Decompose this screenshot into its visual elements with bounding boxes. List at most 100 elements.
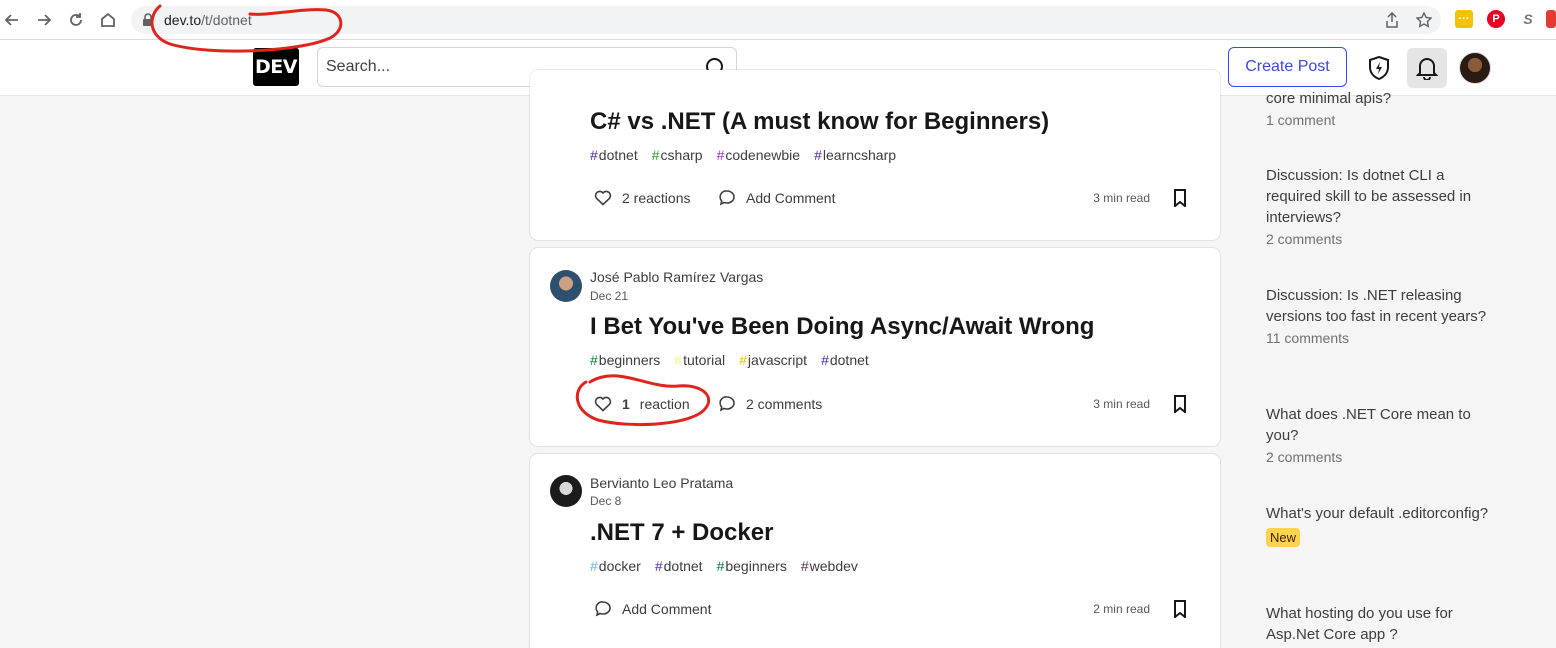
discussion-title[interactable]: What does .NET Core mean to you? <box>1266 404 1496 446</box>
tag-link[interactable]: #dotnet <box>590 147 638 163</box>
bookmark-icon[interactable] <box>1168 597 1192 621</box>
post-actions: 1 reaction 2 comments 3 min read <box>590 388 1192 420</box>
reactions-count: 1 <box>622 396 630 412</box>
tag-hash: # <box>590 352 598 368</box>
forward-arrow-icon[interactable] <box>32 8 56 32</box>
tag-hash: # <box>654 558 663 574</box>
post-actions: Add Comment 2 min read <box>590 593 1192 625</box>
tag-link[interactable]: #codenewbie <box>717 147 801 163</box>
author-name[interactable]: Bervianto Leo Pratama <box>590 475 733 491</box>
tag-name: tutorial <box>683 352 726 368</box>
tag-name: dotnet <box>598 147 638 163</box>
tag-link[interactable]: #webdev <box>801 558 858 574</box>
tag-hash: # <box>590 147 598 163</box>
extension-shield-icon[interactable] <box>1546 10 1556 28</box>
reactions-label: reaction <box>639 396 690 412</box>
reload-icon[interactable] <box>64 8 88 32</box>
tag-hash: # <box>716 558 725 574</box>
read-time: 3 min read <box>1093 397 1150 411</box>
tag-hash: # <box>590 558 598 574</box>
tag-link[interactable]: #beginners <box>717 558 787 574</box>
post-date[interactable]: Dec 8 <box>590 494 621 508</box>
heart-icon <box>594 396 612 412</box>
dev-logo[interactable]: DEV <box>253 48 299 86</box>
url-domain: dev.to <box>164 12 202 28</box>
post-card[interactable]: Bervianto Leo Pratama Dec 8 .NET 7 + Doc… <box>530 454 1220 648</box>
comments-label: Add Comment <box>746 190 836 206</box>
reactions-button[interactable]: 1 reaction <box>594 388 690 420</box>
discussion-title[interactable]: What hosting do you use for Asp.Net Core… <box>1266 603 1496 645</box>
tag-name: dotnet <box>663 558 703 574</box>
tag-name: beginners <box>725 558 787 574</box>
post-tags: #beginners #tutorial #javascript #dotnet <box>590 352 869 368</box>
extension-s-icon[interactable]: S <box>1519 10 1537 28</box>
author-avatar[interactable] <box>550 475 582 507</box>
tag-link[interactable]: #javascript <box>739 352 807 368</box>
tag-link[interactable]: #learncsharp <box>814 147 896 163</box>
comment-button[interactable]: 2 comments <box>718 388 822 420</box>
post-title[interactable]: C# vs .NET (A must know for Beginners) <box>590 108 1049 136</box>
discussion-title[interactable]: core minimal apis? <box>1266 88 1496 109</box>
notifications-bell-icon[interactable] <box>1407 48 1447 88</box>
user-avatar[interactable] <box>1459 52 1491 84</box>
tag-link[interactable]: #csharp <box>652 147 703 163</box>
tag-link[interactable]: #tutorial <box>674 352 725 368</box>
tag-hash: # <box>716 147 725 163</box>
comment-button[interactable]: Add Comment <box>718 182 835 214</box>
create-post-button[interactable]: Create Post <box>1228 47 1347 87</box>
reactions-button[interactable]: 2 reactions <box>594 182 690 214</box>
discussion-title[interactable]: What's your default .editorconfig? <box>1266 503 1496 524</box>
home-icon[interactable] <box>96 8 120 32</box>
url-text: dev.to/t/dotnet <box>164 12 252 28</box>
tag-name: learncsharp <box>822 147 897 163</box>
bookmark-icon[interactable] <box>1168 392 1192 416</box>
reactions-label: 2 reactions <box>622 190 691 206</box>
comments-label: 2 comments <box>746 396 823 412</box>
lock-icon[interactable] <box>139 11 157 29</box>
post-date[interactable]: Dec 21 <box>590 289 628 303</box>
read-time: 2 min read <box>1093 602 1150 616</box>
tag-hash: # <box>821 352 829 368</box>
comment-icon <box>719 190 735 206</box>
sidebar-discussion-item[interactable]: What hosting do you use for Asp.Net Core… <box>1266 603 1496 645</box>
sidebar-discussion-item[interactable]: What's your default .editorconfig? New <box>1266 503 1496 547</box>
address-bar[interactable]: dev.to/t/dotnet <box>131 6 1441 34</box>
sidebar-discussion-item[interactable]: What does .NET Core mean to you? 2 comme… <box>1266 404 1496 465</box>
tag-name: docker <box>598 558 641 574</box>
post-title[interactable]: I Bet You've Been Doing Async/Await Wron… <box>590 313 1094 341</box>
discussion-comments: 2 comments <box>1266 231 1343 247</box>
tag-hash: # <box>651 147 660 163</box>
bookmark-star-icon[interactable] <box>1415 11 1433 29</box>
post-actions: 2 reactions Add Comment 3 min read <box>590 182 1192 214</box>
author-avatar[interactable] <box>550 270 582 302</box>
author-name[interactable]: José Pablo Ramírez Vargas <box>590 269 763 285</box>
share-icon[interactable] <box>1383 11 1401 29</box>
discussion-title[interactable]: Discussion: Is dotnet CLI a required ski… <box>1266 165 1496 228</box>
tag-link[interactable]: #dotnet <box>655 558 703 574</box>
sidebar-discussion-item[interactable]: Discussion: Is .NET releasing versions t… <box>1266 285 1496 346</box>
comment-button[interactable]: Add Comment <box>594 593 711 625</box>
tag-name: csharp <box>660 147 703 163</box>
tag-link[interactable]: #dotnet <box>821 352 869 368</box>
tag-link[interactable]: #docker <box>590 558 641 574</box>
tag-name: dotnet <box>829 352 869 368</box>
discussion-comments: 1 comment <box>1266 112 1336 128</box>
sidebar-discussion-item[interactable]: Discussion: Is dotnet CLI a required ski… <box>1266 165 1496 247</box>
post-title[interactable]: .NET 7 + Docker <box>590 519 773 547</box>
discussion-title[interactable]: Discussion: Is .NET releasing versions t… <box>1266 285 1496 327</box>
browser-toolbar: dev.to/t/dotnet ··· P S <box>0 0 1556 40</box>
tag-hash: # <box>739 352 747 368</box>
discussion-comments: 2 comments <box>1266 449 1343 465</box>
extension-notes-icon[interactable]: ··· <box>1455 10 1473 28</box>
bookmark-icon[interactable] <box>1168 186 1192 210</box>
back-arrow-icon[interactable] <box>0 8 24 32</box>
new-badge: New <box>1266 528 1301 547</box>
discussion-comments: 11 comments <box>1266 330 1349 346</box>
post-card[interactable]: C# vs .NET (A must know for Beginners) #… <box>530 70 1220 240</box>
post-card[interactable]: José Pablo Ramírez Vargas Dec 21 I Bet Y… <box>530 248 1220 446</box>
sidebar-discussion-item[interactable]: core minimal apis? 1 comment <box>1266 88 1496 128</box>
tag-name: javascript <box>747 352 808 368</box>
pinterest-icon[interactable]: P <box>1487 10 1505 28</box>
shield-bolt-icon[interactable] <box>1359 48 1399 88</box>
tag-link[interactable]: #beginners <box>590 352 660 368</box>
